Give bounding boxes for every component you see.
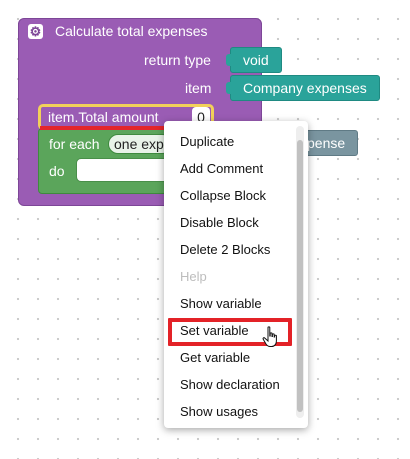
gear-icon[interactable]: ⚙ [28, 24, 43, 39]
menu-item-show-declaration[interactable]: Show declaration [180, 377, 280, 392]
menu-item-get-variable[interactable]: Get variable [180, 350, 250, 365]
menu-item-show-usages[interactable]: Show usages [180, 404, 258, 419]
do-statement-slot [76, 158, 174, 182]
menu-scrollbar-thumb[interactable] [297, 140, 303, 412]
return-type-label: return type [144, 52, 211, 68]
menu-item-collapse-block[interactable]: Collapse Block [180, 188, 266, 203]
error-underline [40, 126, 170, 130]
menu-item-show-variable[interactable]: Show variable [180, 296, 262, 311]
menu-item-add-comment[interactable]: Add Comment [180, 161, 263, 176]
menu-item-duplicate[interactable]: Duplicate [180, 134, 234, 149]
loop-variable-pill[interactable]: one expense [108, 134, 172, 154]
menu-item-disable-block[interactable]: Disable Block [180, 215, 259, 230]
item-type-field[interactable]: Company expenses [226, 75, 380, 101]
menu-item-help: Help [180, 269, 207, 284]
do-label: do [49, 163, 65, 179]
menu-item-delete-blocks[interactable]: Delete 2 Blocks [180, 242, 270, 257]
return-type-field[interactable]: void [226, 47, 282, 73]
set-item-total-label: item.Total amount [48, 109, 159, 125]
hand-cursor-icon [262, 326, 277, 347]
item-label: item [185, 80, 212, 96]
for-each-label: for each [49, 136, 100, 152]
background-block[interactable]: pense [300, 130, 358, 156]
procedure-title: Calculate total expenses [55, 23, 208, 39]
